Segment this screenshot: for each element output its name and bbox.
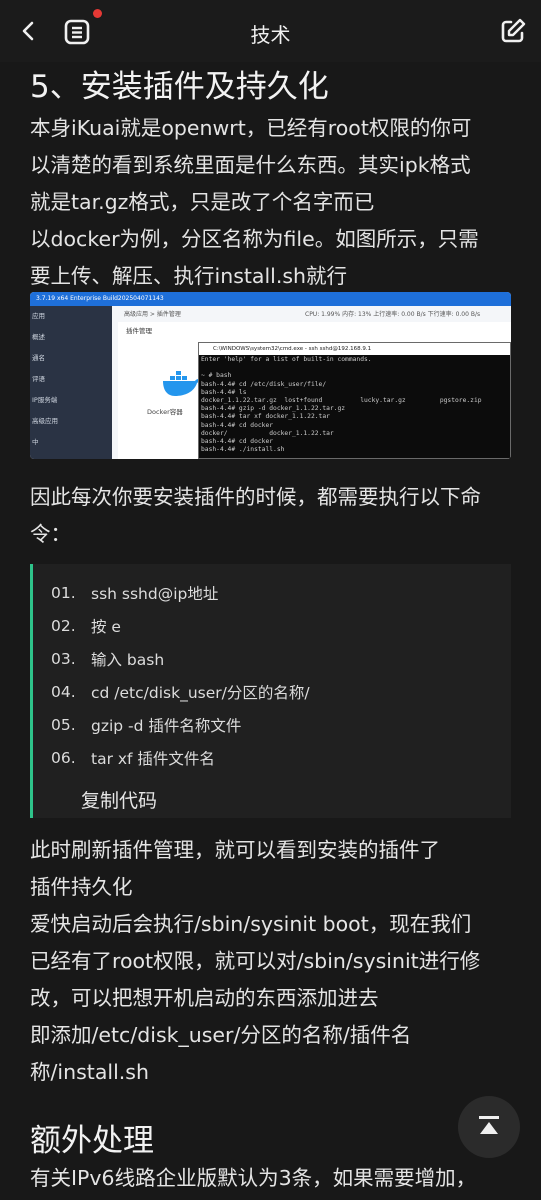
code-line: 05. gzip -d 插件名称文件 — [33, 708, 511, 741]
image-terminal-titlebar: C:\WINDOWS\system32\cmd.exe - ssh sshd@1… — [199, 343, 510, 355]
image-sidebar-item: 中 — [32, 438, 39, 446]
text-line: 就是tar.gz格式，只是改了个名字而已 — [30, 190, 375, 214]
terminal-line: docker_1.1.22.tar.gz lost+found lucky.ta… — [201, 397, 482, 405]
text-line: 已经有了root权限，就可以对/sbin/sysinit进行修 — [30, 949, 481, 973]
code-line-number: 01. — [51, 583, 76, 602]
notification-dot — [93, 9, 102, 18]
image-sidebar-item: IP服务端 — [32, 396, 58, 404]
scroll-to-top-icon — [479, 1116, 499, 1134]
code-line-text: 按 e — [91, 617, 121, 636]
image-sidebar-item: 高级应用 — [32, 417, 58, 425]
paragraph-commands-intro: 因此每次你要安装插件的时候，都需要执行以下命 令： — [30, 479, 511, 553]
code-line-number: 05. — [51, 715, 76, 734]
code-line-text: cd /etc/disk_user/分区的名称/ — [91, 683, 310, 702]
text-line: 令： — [30, 522, 71, 546]
image-status-readout: CPU: 1.99% 内存: 13% 上行速率: 0.00 B/s 下行速率: … — [305, 311, 481, 318]
image-docker-label: Docker容器 — [147, 408, 183, 416]
code-line: 02. 按 e — [33, 609, 511, 642]
terminal-line: bash-4.4# cd docker — [201, 421, 274, 429]
text-line: 以docker为例，分区名称为file。如图所示，只需 — [30, 227, 479, 251]
image-sidebar-item: 概述 — [32, 333, 45, 341]
image-terminal-output: Enter 'help' for a list of built-in comm… — [199, 355, 510, 455]
text-line: 此时刷新插件管理，就可以看到安装的插件了 — [30, 838, 440, 862]
top-bar: 技术 — [0, 0, 541, 62]
section-heading-extra: 额外处理 — [30, 1123, 154, 1159]
terminal-line: bash-4.4# ./install.sh — [201, 446, 285, 454]
section-heading-install: 5、安装插件及持久化 — [30, 69, 329, 105]
image-router-sidebar: 应用 概述 通名 评语 IP服务端 高级应用 中 — [30, 306, 112, 459]
terminal-line: bash-4.4# cd docker — [201, 438, 274, 446]
code-line-number: 03. — [51, 649, 76, 668]
text-line: 因此每次你要安装插件的时候，都需要执行以下命 — [30, 485, 481, 509]
docker-whale-icon — [163, 371, 201, 396]
text-line: 本身iKuai就是openwrt，已经有root权限的你可 — [30, 116, 472, 140]
text-line: 爱快启动后会执行/sbin/sysinit boot，现在我们 — [30, 912, 472, 936]
image-sidebar-item: 应用 — [32, 312, 45, 320]
paragraph-intro: 本身iKuai就是openwrt，已经有root权限的你可 以清楚的看到系统里面… — [30, 110, 510, 295]
edit-icon — [501, 18, 526, 43]
code-line-text: 输入 bash — [91, 650, 165, 669]
text-line: 插件持久化 — [30, 875, 133, 899]
paragraph-persistence: 此时刷新插件管理，就可以看到安装的插件了 插件持久化 爱快启动后会执行/sbin… — [30, 832, 511, 1091]
terminal-line: docker/ docker_1.1.22.tar — [201, 429, 334, 437]
image-sidebar-item: 评语 — [32, 375, 45, 383]
code-line-number: 04. — [51, 682, 76, 701]
code-line-text: ssh sshd@ip地址 — [91, 584, 219, 603]
edit-button[interactable] — [498, 16, 528, 46]
code-line: 01. ssh sshd@ip地址 — [33, 576, 511, 609]
code-line-text: tar xf 插件文件名 — [91, 749, 215, 768]
terminal-line: bash-4.4# cd /etc/disk_user/file/ — [201, 380, 327, 388]
page-title: 技术 — [250, 23, 291, 47]
text-line: 以清楚的看到系统里面是什么东西。其实ipk格式 — [30, 153, 471, 177]
text-line: 称/install.sh — [30, 1060, 149, 1084]
terminal-line: bash-4.4# ls — [201, 388, 247, 396]
scroll-to-top-button[interactable] — [458, 1096, 520, 1158]
code-line: 04. cd /etc/disk_user/分区的名称/ — [33, 675, 511, 708]
code-line: 06. tar xf 插件文件名 — [33, 741, 511, 774]
paragraph-ipv6: 有关IPv6线路企业版默认为3条，如果需要增加， — [30, 1160, 511, 1197]
image-panel-title: 插件管理 — [126, 327, 152, 335]
code-line-text: gzip -d 插件名称文件 — [91, 716, 242, 735]
terminal-line: ~ # bash — [201, 372, 232, 380]
text-line: 要上传、解压、执行install.sh就行 — [30, 264, 348, 288]
text-line: 改，可以把想开机启动的东西添加进去 — [30, 986, 379, 1010]
terminal-line: bash-4.4# gzip -d docker_1.1.22.tar.gz — [201, 405, 346, 413]
copy-code-button[interactable]: 复制代码 — [81, 786, 157, 813]
image-breadcrumb: 高级应用 > 插件管理 — [124, 311, 181, 318]
article-image-plugin-install[interactable]: 3.7.19 x64 Enterprise Build202504071143 … — [30, 292, 511, 459]
terminal-line: Enter 'help' for a list of built-in comm… — [201, 356, 372, 363]
terminal-line: bash-4.4# tar xf docker_1.1.22.tar — [201, 413, 330, 421]
code-line: 03. 输入 bash — [33, 642, 511, 675]
image-terminal-window: C:\WINDOWS\system32\cmd.exe - ssh sshd@1… — [198, 342, 511, 459]
code-block: 01. ssh sshd@ip地址 02. 按 e 03. 输入 bash 04. cd… — [30, 564, 511, 818]
code-line-number: 06. — [51, 748, 76, 767]
text-line: 即添加/etc/disk_user/分区的名称/插件名 — [30, 1023, 412, 1047]
code-line-number: 02. — [51, 616, 76, 635]
text-line: 有关IPv6线路企业版默认为3条，如果需要增加， — [30, 1166, 477, 1190]
image-router-titlebar: 3.7.19 x64 Enterprise Build202504071143 — [30, 292, 511, 306]
article-body: 5、安装插件及持久化 本身iKuai就是openwrt，已经有root权限的你可… — [30, 62, 510, 295]
image-sidebar-item: 通名 — [32, 354, 45, 362]
